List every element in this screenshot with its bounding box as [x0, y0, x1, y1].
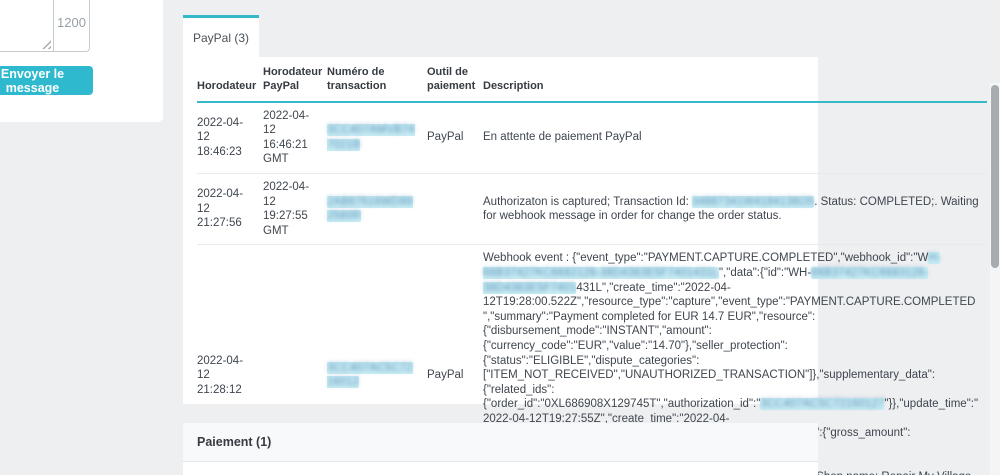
column-header-5: Description: [483, 59, 987, 103]
message-textarea-group: 1200: [0, 0, 90, 52]
payment-panel-header: Paiement (1): [183, 423, 818, 462]
paypal-timestamp-cell: 2022-04-12 19:27:55 GMT: [263, 180, 310, 237]
payment-tool-cell: [427, 173, 483, 244]
redacted-text: 34887341W4184136O5: [692, 195, 815, 208]
redacted-transaction-id: 2AB67616WD992560R: [327, 195, 413, 223]
scrollbar-thumb[interactable]: [991, 85, 999, 268]
column-header-4: Outil de paiement: [427, 59, 483, 103]
table-row: 2022-04-12 18:46:23 2022-04-12 16:46:21 G…: [197, 102, 987, 174]
table-row: 2022-04-12 21:27:56 2022-04-12 19:27:55 G…: [197, 173, 987, 245]
redacted-transaction-id: 3CC407AMVB747021B: [327, 124, 415, 151]
message-textarea[interactable]: [0, 0, 53, 52]
send-message-button[interactable]: Envoyer le message: [0, 66, 93, 95]
transaction-id-cell: 2AB67616WD992560R: [327, 173, 427, 244]
table-header-row: Horodateur Horodateur PayPal Numéro de tra…: [197, 59, 987, 103]
paypal-table-wrap: Horodateur Horodateur PayPal Numéro de tra…: [197, 59, 987, 475]
paypal-table: Horodateur Horodateur PayPal Numéro de tra…: [197, 59, 987, 475]
payment-tool-cell: PayPal: [427, 131, 464, 144]
order-detail-page: 1200 Envoyer le message PayPal (3) Horod…: [0, 0, 1000, 475]
redacted-text: 3CC407AC5C72160127: [760, 398, 885, 411]
message-composer-panel: 1200 Envoyer le message: [0, 0, 163, 122]
description-cell: En attente de paiement PayPal: [483, 131, 642, 144]
redacted-transaction-id: 3CC407AC5C7216012: [327, 361, 413, 389]
column-header-3: Numéro de transaction: [327, 59, 427, 103]
column-header-1: Horodateur: [197, 59, 263, 103]
tab-paypal[interactable]: PayPal (3): [183, 15, 259, 57]
payment-panel: Paiement (1): [183, 423, 818, 475]
payment-panel-title: Paiement (1): [197, 435, 272, 449]
description-cell: Authorizaton is captured; Transaction Id…: [483, 195, 979, 223]
char-counter: 1200: [53, 0, 90, 52]
transaction-id-cell: 3CC407AMVB747021B: [327, 102, 427, 174]
paypal-timestamp-cell: 2022-04-12 16:46:21 GMT: [263, 109, 310, 166]
tab-paypal-label: PayPal (3): [192, 30, 250, 45]
column-header-2: Horodateur PayPal: [263, 59, 327, 103]
timestamp-cell: 2022-04-12 18:46:23: [197, 116, 244, 159]
timestamp-cell: 2022-04-12 21:27:56: [197, 188, 244, 230]
